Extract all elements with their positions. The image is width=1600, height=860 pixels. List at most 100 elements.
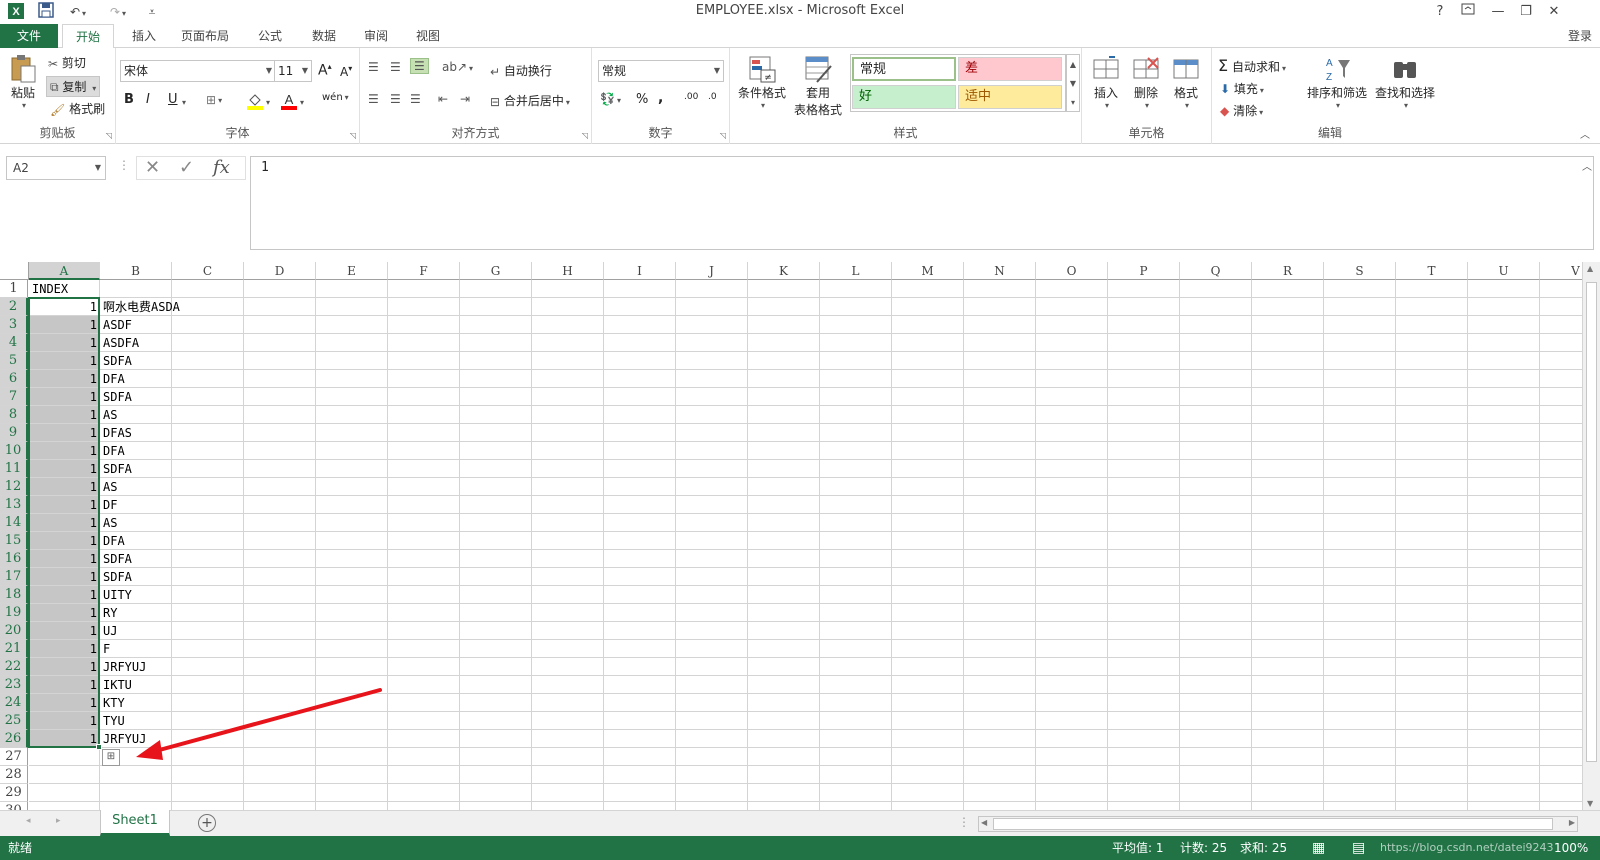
font-name-combo[interactable]: 宋体 ▼ xyxy=(120,60,276,82)
row-header-18[interactable]: 18 xyxy=(0,586,28,604)
collapse-formula-bar-icon[interactable]: ︿ xyxy=(1582,158,1592,173)
font-size-combo[interactable]: 11 ▼ xyxy=(274,60,312,82)
decrease-decimal-button[interactable]: .0 xyxy=(708,92,717,102)
cell-b10[interactable]: DFA xyxy=(100,442,128,460)
styles-gallery-scroll[interactable]: ▲ ▼ ▾ xyxy=(1066,54,1080,112)
scroll-up-icon[interactable]: ▲ xyxy=(1587,264,1593,273)
column-header-j[interactable]: J xyxy=(676,262,748,280)
ribbon-display-options-icon[interactable] xyxy=(1454,1,1482,23)
cell-b11[interactable]: SDFA xyxy=(100,460,135,478)
align-right-icon[interactable]: ☰ xyxy=(410,92,421,106)
cell-b22[interactable]: JRFYUJ xyxy=(100,658,149,676)
cell-b3[interactable]: ASDF xyxy=(100,316,135,334)
clear-button[interactable]: ◆ 清除 ▾ xyxy=(1220,102,1263,119)
tab-formulas[interactable]: 公式 xyxy=(244,24,296,48)
style-bad[interactable]: 差 xyxy=(958,57,1062,81)
add-sheet-button[interactable]: + xyxy=(198,814,216,832)
row-header-9[interactable]: 9 xyxy=(0,424,28,442)
column-header-u[interactable]: U xyxy=(1468,262,1540,280)
cell-b4[interactable]: ASDFA xyxy=(100,334,142,352)
tab-file[interactable]: 文件 xyxy=(0,24,58,48)
font-launcher-icon[interactable]: ◹ xyxy=(350,131,356,140)
column-header-q[interactable]: Q xyxy=(1180,262,1252,280)
clipboard-launcher-icon[interactable]: ◹ xyxy=(106,131,112,140)
minimize-button[interactable]: — xyxy=(1484,1,1512,23)
row-header-10[interactable]: 10 xyxy=(0,442,28,460)
style-good[interactable]: 好 xyxy=(852,85,956,109)
cell-b5[interactable]: SDFA xyxy=(100,352,135,370)
formula-input[interactable]: 1 xyxy=(250,156,1594,250)
align-middle-icon[interactable]: ☰ xyxy=(390,60,401,74)
cell-b16[interactable]: SDFA xyxy=(100,550,135,568)
horizontal-scroll-thumb[interactable] xyxy=(993,818,1553,830)
cell-a1[interactable]: INDEX xyxy=(29,280,71,298)
cell-b17[interactable]: SDFA xyxy=(100,568,135,586)
column-header-n[interactable]: N xyxy=(964,262,1036,280)
scroll-left-icon[interactable]: ◀ xyxy=(981,818,987,827)
cell-b19[interactable]: RY xyxy=(100,604,120,622)
column-header-k[interactable]: K xyxy=(748,262,820,280)
column-header-o[interactable]: O xyxy=(1036,262,1108,280)
cell-b12[interactable]: AS xyxy=(100,478,120,496)
row-header-20[interactable]: 20 xyxy=(0,622,28,640)
row-header-30[interactable]: 30 xyxy=(0,802,28,810)
scroll-right-icon[interactable]: ▶ xyxy=(1569,818,1575,827)
tab-view[interactable]: 视图 xyxy=(402,24,454,48)
cell-b14[interactable]: AS xyxy=(100,514,120,532)
orientation-button[interactable]: ab↗ ▾ xyxy=(442,60,473,74)
fill-button[interactable]: ⬇ 填充 ▾ xyxy=(1220,80,1264,97)
cell-b25[interactable]: TYU xyxy=(100,712,128,730)
tab-review[interactable]: 审阅 xyxy=(350,24,402,48)
style-neutral[interactable]: 适中 xyxy=(958,85,1062,109)
increase-indent-icon[interactable]: ⇥ xyxy=(460,92,470,106)
insert-cells-button[interactable]: 插入 ▾ xyxy=(1088,54,1124,110)
row-header-22[interactable]: 22 xyxy=(0,658,28,676)
column-header-h[interactable]: H xyxy=(532,262,604,280)
column-header-d[interactable]: D xyxy=(244,262,316,280)
cell-b21[interactable]: F xyxy=(100,640,113,658)
scroll-down-icon[interactable]: ▼ xyxy=(1587,799,1593,808)
row-header-5[interactable]: 5 xyxy=(0,352,28,370)
cell-b15[interactable]: DFA xyxy=(100,532,128,550)
row-header-3[interactable]: 3 xyxy=(0,316,28,334)
sign-in-link[interactable]: 登录 xyxy=(1568,27,1592,44)
cell-b20[interactable]: UJ xyxy=(100,622,120,640)
percent-button[interactable]: % xyxy=(636,92,648,107)
row-header-27[interactable]: 27 xyxy=(0,748,28,766)
tab-home[interactable]: 开始 xyxy=(62,24,114,49)
format-as-table-button[interactable]: 套用 表格格式 xyxy=(788,54,848,118)
underline-button[interactable]: U xyxy=(168,92,178,107)
row-header-24[interactable]: 24 xyxy=(0,694,28,712)
column-header-b[interactable]: B xyxy=(100,262,172,280)
row-header-4[interactable]: 4 xyxy=(0,334,28,352)
row-header-23[interactable]: 23 xyxy=(0,676,28,694)
align-top-icon[interactable]: ☰ xyxy=(368,60,379,74)
prev-sheet-icon[interactable]: ◂ xyxy=(26,816,31,826)
row-header-19[interactable]: 19 xyxy=(0,604,28,622)
column-header-r[interactable]: R xyxy=(1252,262,1324,280)
row-header-15[interactable]: 15 xyxy=(0,532,28,550)
style-normal[interactable]: 常规 xyxy=(852,57,956,81)
row-header-26[interactable]: 26 xyxy=(0,730,28,748)
conditional-formatting-button[interactable]: ≠ 条件格式 ▾ xyxy=(736,54,788,110)
alignment-launcher-icon[interactable]: ◹ xyxy=(582,131,588,140)
cell-b23[interactable]: IKTU xyxy=(100,676,135,694)
cancel-icon[interactable]: ✕ xyxy=(145,157,160,179)
copy-button[interactable]: ⧉ 复制 ▾ xyxy=(46,76,101,97)
align-center-icon[interactable]: ☰ xyxy=(390,92,401,106)
increase-font-button[interactable]: A▴ xyxy=(318,62,332,79)
align-bottom-icon[interactable]: ☰ xyxy=(410,58,429,74)
vertical-scrollbar[interactable]: ▲ ▼ xyxy=(1582,262,1600,810)
tab-data[interactable]: 数据 xyxy=(298,24,350,48)
select-all-corner[interactable] xyxy=(0,262,29,280)
decrease-indent-icon[interactable]: ⇤ xyxy=(438,92,448,106)
row-header-25[interactable]: 25 xyxy=(0,712,28,730)
decrease-font-button[interactable]: A▾ xyxy=(340,64,352,79)
cut-button[interactable]: ✂ 剪切 xyxy=(48,54,86,71)
wrap-text-button[interactable]: ↵ 自动换行 xyxy=(490,62,552,79)
help-button[interactable]: ? xyxy=(1426,1,1454,23)
row-header-12[interactable]: 12 xyxy=(0,478,28,496)
page-layout-view-icon[interactable]: ▤ xyxy=(1352,836,1365,860)
tab-insert[interactable]: 插入 xyxy=(118,24,170,48)
collapse-ribbon-icon[interactable]: ︿ xyxy=(1580,126,1590,141)
